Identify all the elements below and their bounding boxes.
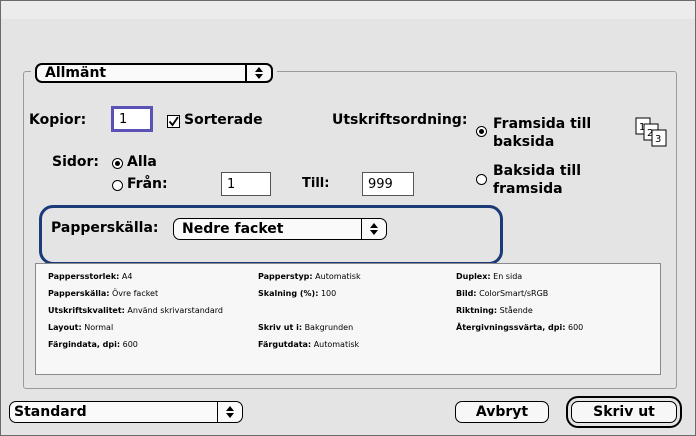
summary-item: Pappersstorlek: A4: [48, 272, 133, 281]
summary-item: Bild: ColorSmart/sRGB: [456, 289, 549, 298]
summary-item: Färgindata, dpi: 600: [48, 340, 138, 349]
popup-arrows-icon: [245, 65, 271, 81]
paper-source-value: Nedre facket: [182, 221, 284, 237]
radio-pages-range[interactable]: [112, 180, 123, 191]
radio-pages-all[interactable]: [112, 158, 123, 169]
popup-arrows-icon: [361, 219, 386, 239]
radio-front-to-back[interactable]: [476, 126, 487, 137]
panel-popup[interactable]: Allmänt: [35, 63, 273, 83]
collated-checkbox[interactable]: [167, 115, 180, 128]
summary-item: Färgutdata: Automatisk: [258, 340, 360, 349]
summary-item: Skalning (%): 100: [258, 289, 337, 298]
cancel-button[interactable]: Avbryt: [455, 401, 549, 423]
paper-source-label: Papperskälla:: [51, 220, 159, 236]
summary-item: Papperstyp: Automatisk: [258, 272, 361, 281]
summary-item: Skriv ut i: Bakgrunden: [258, 323, 354, 332]
pages-from-label: Från:: [127, 176, 168, 192]
pages-from-field[interactable]: 1: [221, 172, 271, 196]
print-dialog: Allmänt Kopior: 1 Sorterade Utskriftsord…: [0, 0, 696, 436]
summary-item: Återgivningssvärta, dpi: 600: [456, 323, 584, 332]
radio-back-to-front[interactable]: [476, 174, 487, 185]
front-to-back-line2: baksida: [493, 134, 555, 150]
front-to-back-line1: Framsida till: [493, 116, 592, 132]
popup-arrows-icon: [217, 402, 242, 422]
panel-popup-value: Allmänt: [45, 65, 107, 81]
summary-item: Duplex: En sida: [456, 272, 523, 281]
back-to-front-line1: Baksida till: [493, 163, 581, 179]
print-order-label: Utskriftsordning:: [332, 112, 468, 128]
settings-preset-popup[interactable]: Standard: [9, 401, 243, 423]
back-to-front-line2: framsida: [493, 181, 563, 197]
print-button[interactable]: Skriv ut: [571, 401, 677, 423]
paper-source-popup[interactable]: Nedre facket: [173, 218, 387, 240]
page-order-icon: 1 2 3: [635, 117, 669, 153]
settings-preset-value: Standard: [14, 404, 87, 420]
collated-label: Sorterade: [184, 112, 263, 128]
svg-text:3: 3: [655, 134, 661, 145]
settings-summary-panel: Pappersstorlek: A4 Papperskälla: Övre fa…: [35, 263, 661, 375]
pages-to-field[interactable]: 999: [362, 172, 414, 196]
pages-label: Sidor:: [52, 154, 100, 170]
copies-field[interactable]: 1: [111, 106, 153, 132]
summary-item: Utskriftskvalitet: Använd skrivarstandar…: [48, 306, 223, 315]
checkmark-icon: [168, 116, 179, 127]
summary-item: Riktning: Stående: [456, 306, 533, 315]
title-strip: [1, 1, 695, 19]
copies-label: Kopior:: [29, 112, 87, 128]
summary-item: Papperskälla: Övre facket: [48, 289, 159, 298]
pages-all-label: Alla: [127, 154, 157, 170]
pages-to-label: Till:: [302, 176, 330, 191]
summary-item: Layout: Normal: [48, 323, 114, 332]
